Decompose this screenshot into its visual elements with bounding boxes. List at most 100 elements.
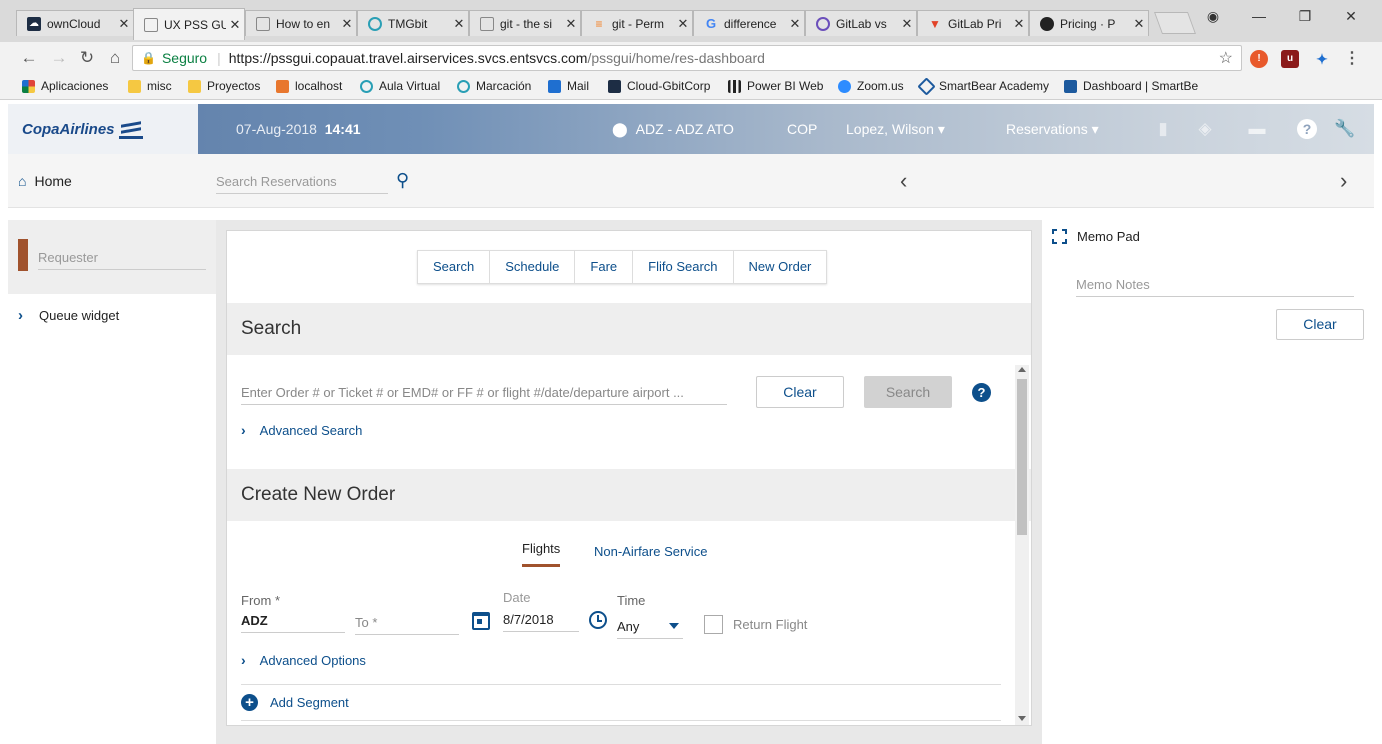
tab-schedule[interactable]: Schedule — [490, 251, 576, 283]
search-reservations-input[interactable]: Search Reservations — [216, 174, 388, 194]
search-button[interactable]: Search — [864, 376, 952, 408]
date-label: Date — [503, 590, 531, 605]
tab-search[interactable]: Search — [418, 251, 491, 283]
close-tab-icon[interactable]: ✕ — [115, 16, 133, 32]
calendar-icon[interactable] — [472, 612, 490, 630]
bookmark-item[interactable]: Cloud-GbitCorp — [608, 79, 710, 93]
chevron-right-icon: › — [241, 652, 246, 668]
add-segment-button[interactable]: + Add Segment — [241, 694, 349, 711]
minimize-icon[interactable]: — — [1244, 8, 1274, 24]
copa-logo-icon — [118, 119, 143, 139]
home-browser-icon[interactable]: ⌂ — [104, 48, 126, 70]
bookmark-item[interactable]: Aula Virtual — [360, 79, 440, 93]
help-icon[interactable]: ? — [972, 383, 991, 402]
expand-icon[interactable] — [1052, 229, 1067, 244]
chevron-down-icon[interactable] — [669, 623, 679, 629]
bookmark-item[interactable]: Proyectos — [188, 79, 260, 93]
search-icon[interactable]: ⚲ — [396, 170, 409, 191]
time-select[interactable]: Any — [617, 619, 683, 639]
browser-tab[interactable]: How to en ✕ — [245, 10, 357, 36]
close-tab-icon[interactable]: ✕ — [562, 16, 580, 32]
advanced-options-toggle[interactable]: › Advanced Options — [241, 652, 366, 668]
close-tab-icon[interactable]: ✕ — [786, 16, 804, 32]
close-tab-icon[interactable]: ✕ — [226, 17, 244, 33]
browser-tab[interactable]: git - the si ✕ — [469, 10, 581, 36]
scrollbar[interactable] — [1015, 365, 1029, 725]
browser-tab[interactable]: TMGbit ✕ — [357, 10, 469, 36]
close-tab-icon[interactable]: ✕ — [898, 16, 916, 32]
tab-new-order[interactable]: New Order — [734, 251, 827, 283]
bookmark-item[interactable]: Aplicaciones — [22, 79, 108, 93]
bookmark-star-icon[interactable]: ☆ — [1219, 48, 1233, 68]
date-field[interactable]: 8/7/2018 — [503, 612, 579, 632]
page-icon — [256, 16, 270, 31]
tab-flifo-search[interactable]: Flifo Search — [633, 251, 734, 283]
browser-tab[interactable]: ≡ git - Perm ✕ — [581, 10, 693, 36]
browser-tab[interactable]: ▼ GitLab Pri ✕ — [917, 10, 1029, 36]
close-tab-icon[interactable]: ✕ — [1010, 16, 1028, 32]
tab-fare[interactable]: Fare — [575, 251, 634, 283]
clear-button[interactable]: Clear — [756, 376, 844, 408]
url-field[interactable]: 🔒 Seguro | https://pssgui.copauat.travel… — [132, 45, 1242, 71]
home-link[interactable]: ⌂ Home — [18, 173, 72, 189]
browser-tab[interactable]: G difference ✕ — [693, 10, 805, 36]
clock-icon[interactable] — [589, 611, 607, 629]
reservations-menu[interactable]: Reservations ▾ — [1006, 121, 1099, 138]
bookmark-item[interactable]: Mail — [548, 79, 589, 93]
user-menu[interactable]: Lopez, Wilson ▾ — [846, 121, 945, 138]
queue-widget-toggle[interactable]: › Queue widget — [18, 307, 119, 324]
extension-alert-icon[interactable]: ! — [1250, 50, 1268, 68]
chevron-right-icon[interactable]: › — [1340, 168, 1347, 194]
bookmark-item[interactable]: Zoom.us — [838, 79, 904, 93]
close-tab-icon[interactable]: ✕ — [1130, 16, 1148, 32]
scroll-up-icon[interactable] — [1018, 367, 1026, 372]
advanced-search-toggle[interactable]: › Advanced Search — [241, 422, 362, 438]
close-tab-icon[interactable]: ✕ — [674, 16, 692, 32]
browser-tab[interactable]: ☁ ownCloud ✕ — [16, 10, 134, 36]
document-icon[interactable]: ▮ — [1152, 118, 1174, 140]
browser-tab-active[interactable]: UX PSS GUI ✕ — [133, 8, 245, 40]
browser-menu-icon[interactable]: ⋮ — [1343, 50, 1361, 68]
subtab-flights[interactable]: Flights — [522, 541, 561, 567]
from-field[interactable]: ADZ — [241, 613, 345, 633]
bookmark-item[interactable]: localhost — [276, 79, 342, 93]
return-flight-checkbox[interactable] — [704, 615, 723, 634]
forward-icon[interactable]: → — [48, 48, 70, 70]
close-tab-icon[interactable]: ✕ — [450, 16, 468, 32]
memo-pad-header[interactable]: Memo Pad — [1052, 229, 1140, 244]
bookmark-item[interactable]: Power BI Web — [728, 79, 823, 93]
bookmark-item[interactable]: Dashboard | SmartBe — [1064, 79, 1198, 93]
scroll-thumb[interactable] — [1017, 379, 1027, 535]
boarding-pass-icon[interactable]: ◈ — [1194, 118, 1216, 140]
bookmark-item[interactable]: SmartBear Academy — [917, 76, 1049, 96]
subtab-non-airfare[interactable]: Non-Airfare Service — [594, 544, 707, 559]
memo-notes-input[interactable]: Memo Notes — [1076, 277, 1354, 297]
new-tab-button[interactable] — [1153, 12, 1197, 34]
memo-clear-button[interactable]: Clear — [1276, 309, 1364, 340]
copa-logo[interactable]: CopaAirlines — [8, 104, 198, 154]
divider — [241, 684, 1001, 685]
scroll-down-icon[interactable] — [1018, 716, 1026, 721]
close-window-icon[interactable]: ✕ — [1336, 8, 1366, 25]
profile-icon[interactable]: ◉ — [1198, 8, 1228, 25]
bookmark-item[interactable]: Marcación — [457, 79, 531, 93]
to-field[interactable]: To * — [355, 615, 459, 635]
station-selector[interactable]: ⬤ ADZ - ADZ ATO — [612, 121, 734, 138]
requester-input[interactable]: Requester — [38, 250, 206, 270]
bookmark-item[interactable]: misc — [128, 79, 172, 93]
help-header-icon[interactable]: ? — [1296, 118, 1318, 140]
printer-icon[interactable]: ▬ — [1246, 118, 1268, 140]
wrench-icon[interactable]: 🔧 — [1334, 118, 1356, 140]
close-tab-icon[interactable]: ✕ — [338, 16, 356, 32]
back-icon[interactable]: ← — [18, 48, 40, 70]
location-pin-icon: ⬤ — [612, 121, 628, 137]
browser-tab[interactable]: GitLab vs ✕ — [805, 10, 917, 36]
ublock-icon[interactable]: u — [1281, 50, 1299, 68]
reload-icon[interactable]: ↻ — [76, 48, 98, 70]
restore-icon[interactable]: ❐ — [1290, 8, 1320, 25]
chevron-left-icon[interactable]: ‹ — [900, 168, 907, 194]
browser-tab[interactable]: Pricing · P ✕ — [1029, 10, 1149, 36]
page-icon — [480, 16, 494, 31]
extension-icon[interactable]: ✦ — [1313, 50, 1331, 68]
order-search-input[interactable]: Enter Order # or Ticket # or EMD# or FF … — [241, 385, 727, 405]
